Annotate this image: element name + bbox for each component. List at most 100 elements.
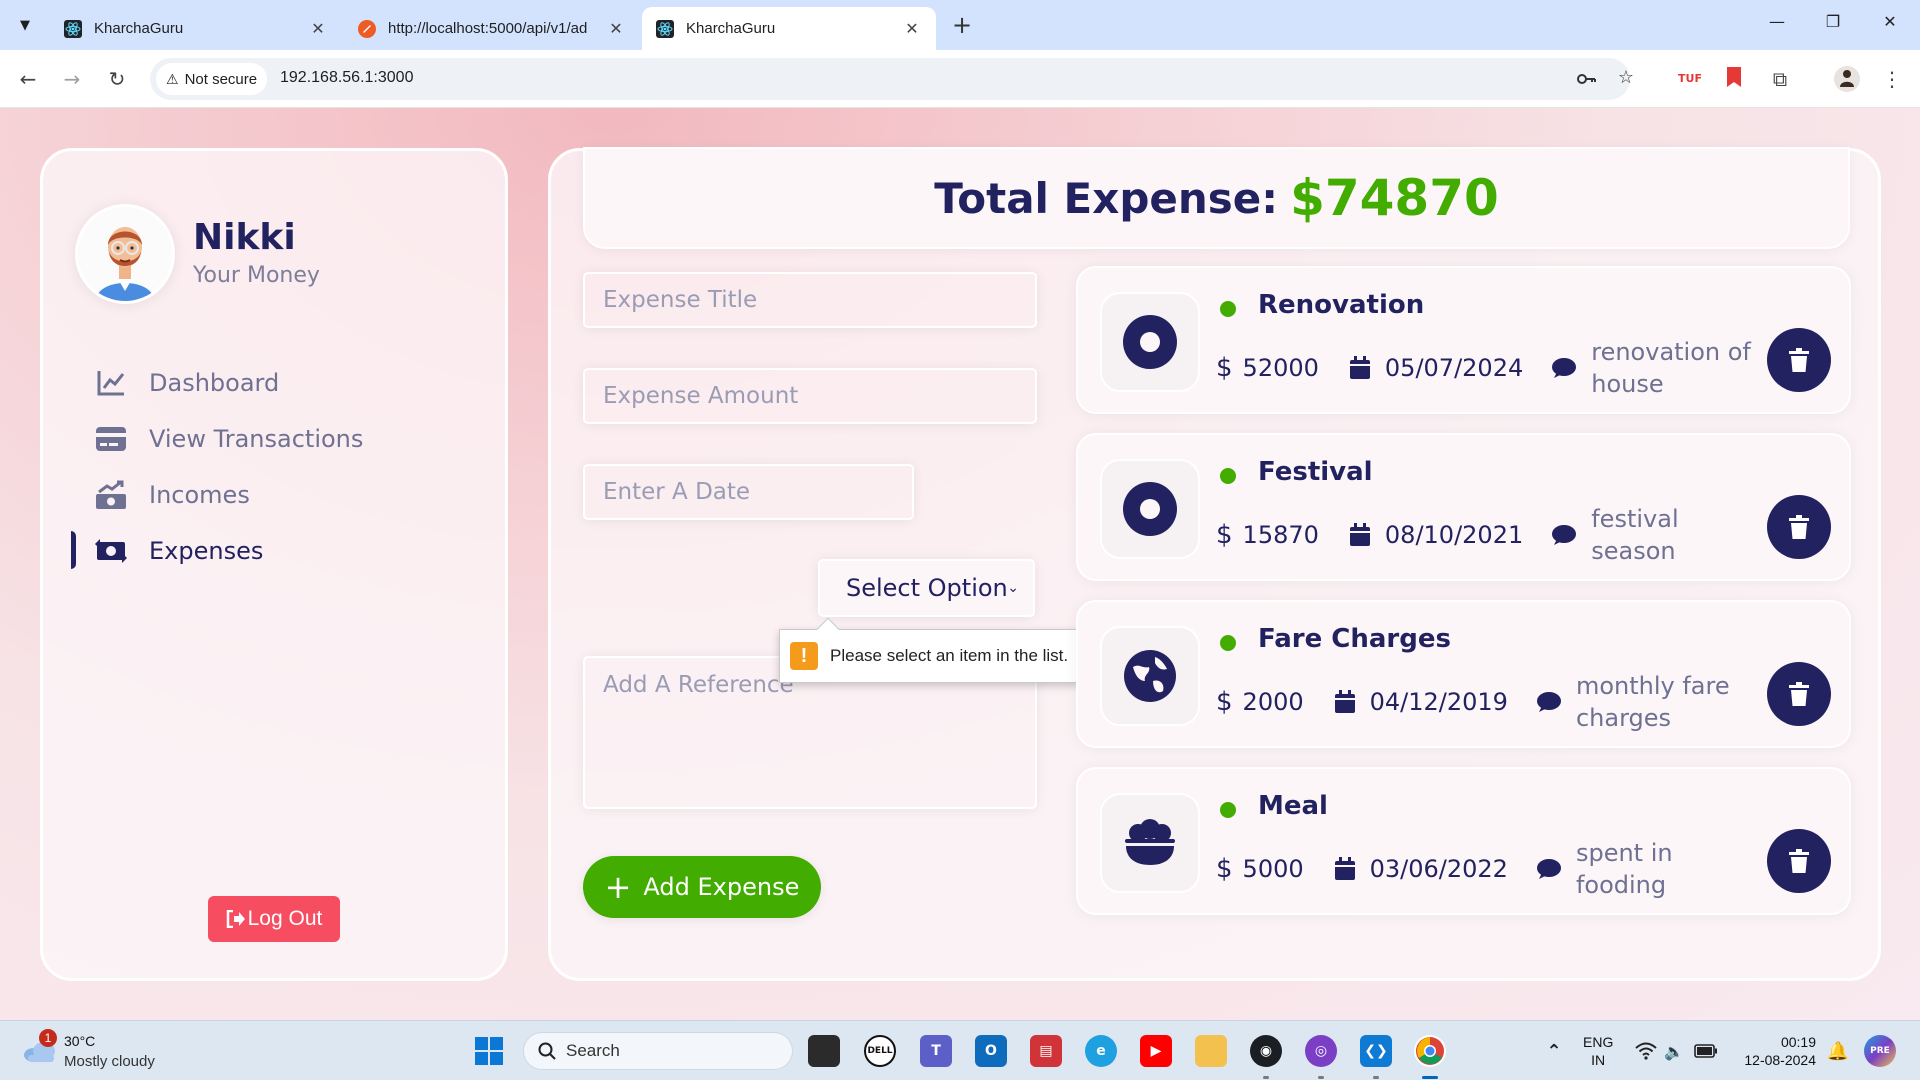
money-bill-trend-up-icon bbox=[93, 479, 129, 511]
search-icon bbox=[538, 1042, 556, 1060]
language-code: ENG bbox=[1583, 1034, 1614, 1050]
system-clock[interactable]: 00:19 12-08-2024 bbox=[1736, 1033, 1816, 1069]
battery-icon[interactable] bbox=[1690, 1035, 1722, 1067]
credit-card-icon bbox=[93, 423, 129, 455]
expense-amount: $ 5000 bbox=[1216, 854, 1304, 884]
taskbar: 1 30°C Mostly cloudy Search DELL T O ▤ e… bbox=[0, 1020, 1920, 1080]
restore-icon[interactable]: ❐ bbox=[1821, 12, 1845, 36]
tab-search-dropdown-icon[interactable]: ▼ bbox=[10, 10, 40, 40]
password-key-icon[interactable] bbox=[1574, 67, 1598, 91]
url-text[interactable]: 192.168.56.1:3000 bbox=[280, 69, 413, 87]
logout-button[interactable]: Log Out bbox=[208, 896, 340, 942]
language-indicator[interactable]: ENG IN bbox=[1583, 1033, 1613, 1069]
minimize-icon[interactable]: — bbox=[1765, 12, 1789, 36]
file-explorer-icon[interactable] bbox=[1195, 1035, 1227, 1067]
running-indicator bbox=[1263, 1076, 1269, 1079]
sidebar: Nikki Your Money Dashboard View Transact… bbox=[40, 148, 508, 981]
active-indicator bbox=[71, 531, 76, 569]
active-app-indicator bbox=[1422, 1076, 1438, 1079]
expense-meta: $ 52000 05/07/2024 renovation of house bbox=[1216, 338, 1761, 398]
expense-description: renovation of house bbox=[1551, 336, 1761, 400]
sidebar-item-incomes[interactable]: Incomes bbox=[71, 473, 451, 517]
address-bar[interactable]: ⚠ Not secure 192.168.56.1:3000 ☆ bbox=[150, 58, 1634, 100]
vscode-icon[interactable]: ❮❯ bbox=[1360, 1035, 1392, 1067]
chevron-down-icon: ⌄ bbox=[1007, 580, 1019, 596]
dollar-sign-icon: $ bbox=[1216, 353, 1233, 383]
total-expense-amount: $74870 bbox=[1290, 169, 1499, 227]
chrome-icon[interactable] bbox=[1414, 1035, 1446, 1067]
sidebar-item-view-transactions[interactable]: View Transactions bbox=[71, 417, 451, 461]
chevron-up-icon[interactable]: ⌃ bbox=[1538, 1035, 1570, 1067]
browser-menu-icon[interactable]: ⋮ bbox=[1879, 66, 1905, 92]
delete-expense-button[interactable] bbox=[1767, 662, 1831, 726]
browser-tab-1[interactable]: KharchaGuru ✕ bbox=[50, 7, 342, 50]
react-favicon-icon bbox=[656, 19, 674, 38]
category-select[interactable]: Select Option ⌄ bbox=[818, 559, 1035, 617]
search-label: Search bbox=[566, 1041, 620, 1060]
expense-amount-input[interactable]: Expense Amount bbox=[583, 368, 1037, 424]
expense-amount: $ 15870 bbox=[1216, 520, 1319, 550]
extensions-puzzle-icon[interactable]: ⧉ bbox=[1767, 66, 1793, 92]
browser-tab-3-active[interactable]: KharchaGuru ✕ bbox=[642, 7, 936, 50]
validation-message: Please select an item in the list. bbox=[830, 646, 1069, 665]
delete-expense-button[interactable] bbox=[1767, 829, 1831, 893]
bowl-food-icon bbox=[1100, 793, 1200, 893]
expense-title-input[interactable]: Expense Title bbox=[583, 272, 1037, 328]
expense-description-text: spent in fooding bbox=[1575, 839, 1673, 899]
youtube-icon[interactable]: ▶ bbox=[1140, 1035, 1172, 1067]
tuf-extension-icon[interactable]: TUF bbox=[1677, 66, 1703, 92]
reload-icon[interactable]: ↻ bbox=[102, 64, 132, 94]
tab-close-icon[interactable]: ✕ bbox=[606, 19, 626, 39]
main-panel: Total Expense: $74870 Expense Title Expe… bbox=[548, 147, 1881, 981]
sidebar-item-expenses[interactable]: Expenses bbox=[71, 529, 451, 573]
tab-close-icon[interactable]: ✕ bbox=[902, 19, 922, 39]
user-subtitle: Your Money bbox=[193, 263, 320, 288]
browser-tab-2[interactable]: http://localhost:5000/api/v1/ad ✕ bbox=[344, 7, 640, 50]
teams-icon[interactable]: T bbox=[920, 1035, 952, 1067]
add-expense-button[interactable]: + Add Expense bbox=[583, 856, 821, 918]
profile-avatar-icon[interactable] bbox=[1834, 66, 1860, 92]
github-icon[interactable]: ◉ bbox=[1250, 1035, 1282, 1067]
weather-widget[interactable]: 1 30°C Mostly cloudy bbox=[22, 1029, 182, 1073]
taskbar-search[interactable]: Search bbox=[523, 1032, 793, 1070]
outlook-icon[interactable]: O bbox=[975, 1035, 1007, 1067]
comment-icon bbox=[1552, 525, 1577, 545]
region-code: IN bbox=[1591, 1052, 1606, 1068]
sidebar-item-dashboard[interactable]: Dashboard bbox=[71, 361, 451, 405]
dell-icon[interactable]: DELL bbox=[864, 1035, 896, 1067]
expense-date-input[interactable]: Enter A Date bbox=[583, 464, 914, 520]
tab-close-icon[interactable]: ✕ bbox=[308, 19, 328, 39]
add-expense-label: Add Expense bbox=[643, 873, 800, 901]
warning-triangle-icon: ⚠ bbox=[166, 70, 179, 87]
comment-icon bbox=[1536, 692, 1561, 712]
sidebar-item-label: View Transactions bbox=[149, 425, 364, 453]
expense-meta: $ 2000 04/12/2019 monthly fare charges bbox=[1216, 672, 1746, 732]
volume-icon[interactable]: 🔈 bbox=[1658, 1035, 1690, 1067]
task-view-icon[interactable] bbox=[808, 1035, 840, 1067]
close-window-icon[interactable]: ✕ bbox=[1878, 12, 1902, 36]
expense-date: 05/07/2024 bbox=[1349, 354, 1523, 382]
copilot-icon[interactable]: PRE bbox=[1864, 1035, 1896, 1067]
status-dot bbox=[1220, 301, 1236, 317]
notification-bell-icon[interactable]: 🔔 bbox=[1822, 1035, 1854, 1067]
trash-icon bbox=[1789, 849, 1809, 873]
github-desktop-icon[interactable]: ◎ bbox=[1305, 1035, 1337, 1067]
back-arrow-icon[interactable]: ← bbox=[13, 64, 43, 94]
postman-favicon-icon bbox=[358, 19, 376, 38]
delete-expense-button[interactable] bbox=[1767, 495, 1831, 559]
bookmark-star-icon[interactable]: ☆ bbox=[1614, 67, 1638, 91]
forward-arrow-icon[interactable]: → bbox=[57, 64, 87, 94]
bookmark-extension-icon[interactable] bbox=[1721, 66, 1747, 92]
windows-start-icon[interactable] bbox=[473, 1035, 505, 1067]
news-icon[interactable]: ▤ bbox=[1030, 1035, 1062, 1067]
security-chip[interactable]: ⚠ Not secure bbox=[156, 63, 268, 95]
money-bill-transfer-icon bbox=[93, 535, 129, 567]
tab-title: http://localhost:5000/api/v1/ad bbox=[388, 20, 588, 37]
new-tab-button[interactable]: + bbox=[948, 12, 976, 40]
notification-badge: 1 bbox=[39, 1029, 57, 1047]
delete-expense-button[interactable] bbox=[1767, 328, 1831, 392]
dollar-sign-icon: $ bbox=[1216, 687, 1233, 717]
expense-description: festival season bbox=[1551, 503, 1761, 567]
edge-icon[interactable]: e bbox=[1085, 1035, 1117, 1067]
app-page: Nikki Your Money Dashboard View Transact… bbox=[0, 108, 1920, 1020]
